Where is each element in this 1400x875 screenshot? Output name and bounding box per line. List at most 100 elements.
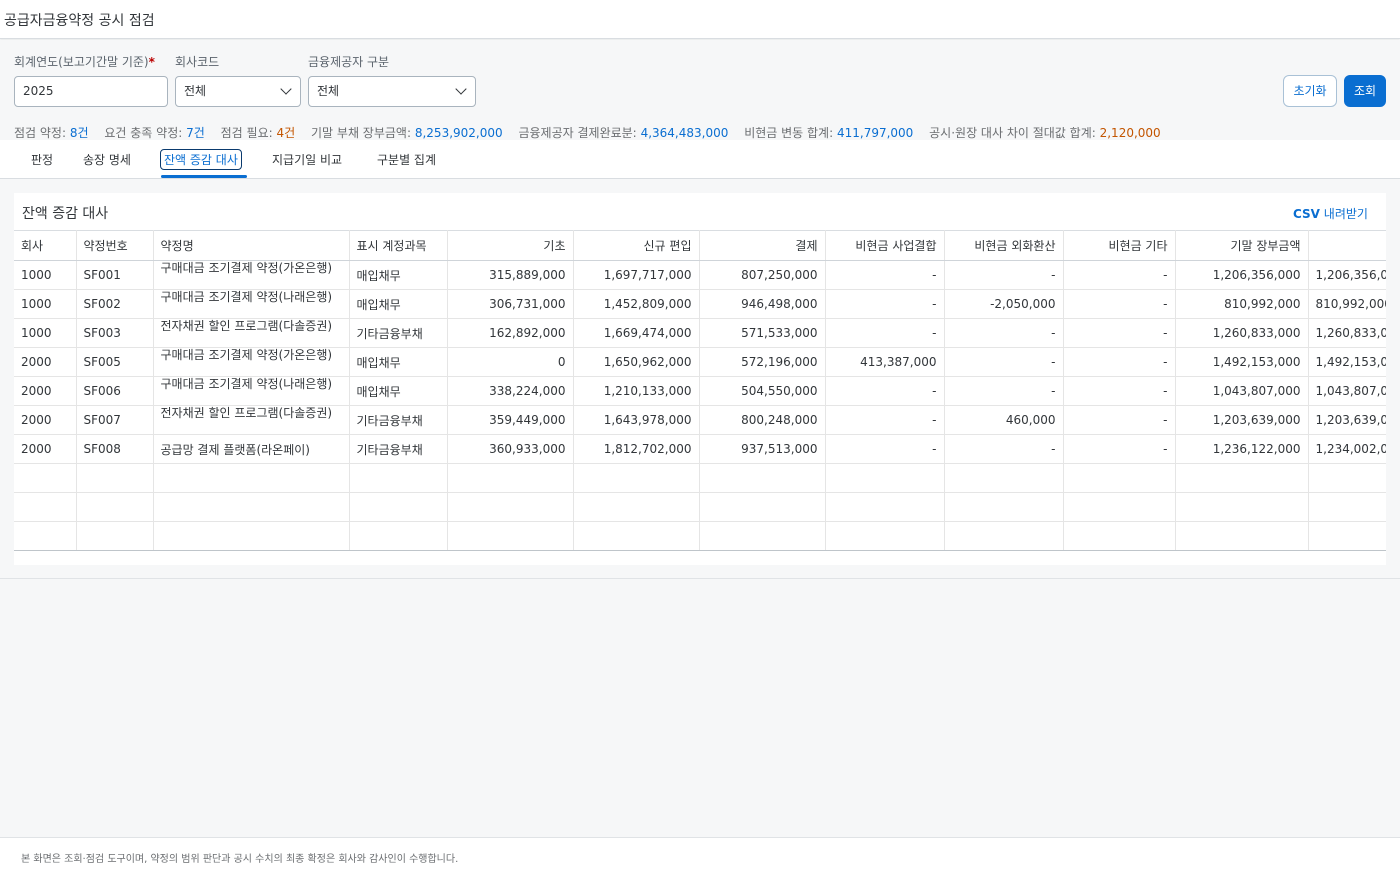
cell-agreement-name: 구매대금 조기결제 약정(가온은행) <box>153 260 350 290</box>
cell-account: 매입채무 <box>349 260 448 290</box>
reconciliation-table: 회사 약정번호 약정명 표시 계정과목 기초 신규 편입 결제 비현금 사업결합… <box>14 230 1386 551</box>
cell-noncash-other: - <box>1063 318 1176 348</box>
stat-label: 점검 약정: <box>14 126 67 140</box>
cell-account: 매입채무 <box>349 347 448 377</box>
column-header[interactable]: 회사 <box>14 230 77 261</box>
tab-judgement[interactable]: 판정 <box>31 151 53 168</box>
cell-ledger: 1,234,002,000 <box>1308 434 1386 464</box>
csv-label-rest: 내려받기 <box>1319 207 1368 221</box>
cell-noncash-other: - <box>1063 289 1176 319</box>
table-row[interactable]: 2000 SF006 구매대금 조기결제 약정(나래은행) 매입채무 338,2… <box>14 376 1386 406</box>
cell-agreement-no: SF003 <box>76 318 154 348</box>
csv-download-link[interactable]: CSV 내려받기 <box>1293 205 1368 222</box>
cell-noncash-business: - <box>825 289 945 319</box>
cell-account: 기타금융부채 <box>349 405 448 435</box>
cell-agreement-no: SF002 <box>76 289 154 319</box>
cell-settled: 800,248,000 <box>699 405 826 435</box>
tab-category-summary[interactable]: 구분별 집계 <box>377 151 436 168</box>
tab-invoice-detail[interactable]: 송장 명세 <box>83 151 131 168</box>
divider <box>0 578 1400 579</box>
cell-ending: 1,043,807,000 <box>1175 376 1309 406</box>
cell-company: 2000 <box>14 434 77 464</box>
column-header[interactable]: 기초 <box>447 230 574 261</box>
fiscal-year-input[interactable]: 2025 <box>14 76 168 107</box>
cell-ending: 1,492,153,000 <box>1175 347 1309 377</box>
cell-ledger: 1,043,807,000 <box>1308 376 1386 406</box>
empty-row <box>14 463 1386 493</box>
table-row[interactable]: 2000 SF008 공급망 결제 플랫폼(라온페이) 기타금융부채 360,9… <box>14 434 1386 464</box>
column-header[interactable]: 약정번호 <box>76 230 154 261</box>
cell-new: 1,650,962,000 <box>573 347 700 377</box>
cell-opening: 338,224,000 <box>447 376 574 406</box>
cell-ending: 1,236,122,000 <box>1175 434 1309 464</box>
filter-bar: 회계연도(보고기간말 기준)* 2025 회사코드 전체 금융제공자 구분 전체… <box>0 40 1400 140</box>
cell-noncash-fx: 460,000 <box>944 405 1064 435</box>
cell-ledger: 1,203,639,000 <box>1308 405 1386 435</box>
column-header[interactable]: 약정명 <box>153 230 350 261</box>
cell-account: 기타금융부채 <box>349 434 448 464</box>
reset-button[interactable]: 초기화 <box>1283 75 1337 107</box>
cell-new: 1,812,702,000 <box>573 434 700 464</box>
cell-ledger: 1,206,356,000 <box>1308 260 1386 290</box>
stat-label: 요건 충족 약정: <box>104 126 183 140</box>
cell-new: 1,643,978,000 <box>573 405 700 435</box>
chevron-down-icon <box>455 83 467 95</box>
table-row[interactable]: 1000 SF003 전자채권 할인 프로그램(다솔증권) 기타금융부채 162… <box>14 318 1386 348</box>
stat-label: 비현금 변동 합계: <box>744 126 834 140</box>
reconciliation-panel: 잔액 증감 대사 CSV 내려받기 회사 약정번호 약정명 표시 계정과목 기초… <box>14 193 1386 565</box>
company-code-value: 전체 <box>184 84 207 98</box>
title-bar: 공급자금융약정 공시 점검 <box>0 0 1400 39</box>
cell-agreement-name: 전자채권 할인 프로그램(다솔증권) <box>153 405 350 435</box>
cell-agreement-no: SF005 <box>76 347 154 377</box>
cell-agreement-name: 구매대금 조기결제 약정(나래은행) <box>153 289 350 319</box>
table-row[interactable]: 2000 SF007 전자채권 할인 프로그램(다솔증권) 기타금융부채 359… <box>14 405 1386 435</box>
column-header[interactable]: 비현금 사업결합 <box>825 230 945 261</box>
column-header[interactable]: 결제 <box>699 230 826 261</box>
stat-label: 기말 부채 장부금액: <box>311 126 412 140</box>
column-header[interactable]: 비현금 기타 <box>1063 230 1176 261</box>
stat-noncash-total: 411,797,000 <box>836 126 914 140</box>
cell-agreement-name: 구매대금 조기결제 약정(나래은행) <box>153 376 350 406</box>
footer-note: 본 화면은 조회·점검 도구이며, 약정의 범위 판단과 공시 수치의 최종 확… <box>21 854 459 865</box>
search-button[interactable]: 조회 <box>1344 75 1386 107</box>
tab-due-date-comparison[interactable]: 지급기일 비교 <box>272 151 342 168</box>
provider-type-select[interactable]: 전체 <box>308 76 476 107</box>
cell-new: 1,697,717,000 <box>573 260 700 290</box>
empty-row <box>14 521 1386 551</box>
cell-ending: 810,992,000 <box>1175 289 1309 319</box>
cell-noncash-business: - <box>825 405 945 435</box>
cell-noncash-business: - <box>825 434 945 464</box>
summary-stats: 점검 약정: 8건 요건 충족 약정: 7건 점검 필요: 4건 기말 부채 장… <box>14 124 1173 141</box>
cell-ending: 1,260,833,000 <box>1175 318 1309 348</box>
column-header[interactable]: 표시 계정과목 <box>349 230 448 261</box>
cell-settled: 946,498,000 <box>699 289 826 319</box>
column-header[interactable]: 신규 편입 <box>573 230 700 261</box>
table-row[interactable]: 1000 SF002 구매대금 조기결제 약정(나래은행) 매입채무 306,7… <box>14 289 1386 319</box>
cell-opening: 162,892,000 <box>447 318 574 348</box>
column-header[interactable]: 비현금 외화환산 <box>944 230 1064 261</box>
cell-company: 1000 <box>14 260 77 290</box>
cell-company: 2000 <box>14 405 77 435</box>
cell-settled: 504,550,000 <box>699 376 826 406</box>
cell-company: 1000 <box>14 289 77 319</box>
column-header[interactable]: 기말 장부금액 <box>1175 230 1309 261</box>
cell-company: 2000 <box>14 376 77 406</box>
cell-noncash-fx: - <box>944 318 1064 348</box>
company-code-select[interactable]: 전체 <box>175 76 301 107</box>
page-title: 공급자금융약정 공시 점검 <box>4 13 155 29</box>
cell-noncash-fx: -2,050,000 <box>944 289 1064 319</box>
cell-agreement-no: SF001 <box>76 260 154 290</box>
column-header[interactable]: 원 <box>1308 230 1386 261</box>
cell-settled: 572,196,000 <box>699 347 826 377</box>
cell-noncash-business: - <box>825 376 945 406</box>
table-row[interactable]: 1000 SF001 구매대금 조기결제 약정(가온은행) 매입채무 315,8… <box>14 260 1386 290</box>
cell-opening: 359,449,000 <box>447 405 574 435</box>
tab-balance-reconciliation[interactable]: 잔액 증감 대사 <box>160 149 242 170</box>
cell-ending: 1,206,356,000 <box>1175 260 1309 290</box>
table-header-row: 회사 약정번호 약정명 표시 계정과목 기초 신규 편입 결제 비현금 사업결합… <box>14 230 1386 261</box>
cell-agreement-name: 구매대금 조기결제 약정(가온은행) <box>153 347 350 377</box>
stat-met-count: 7건 <box>186 126 205 140</box>
cell-agreement-name: 공급망 결제 플랫폼(라온페이) <box>153 434 350 464</box>
cell-agreement-no: SF008 <box>76 434 154 464</box>
table-row[interactable]: 2000 SF005 구매대금 조기결제 약정(가온은행) 매입채무 0 1,6… <box>14 347 1386 377</box>
